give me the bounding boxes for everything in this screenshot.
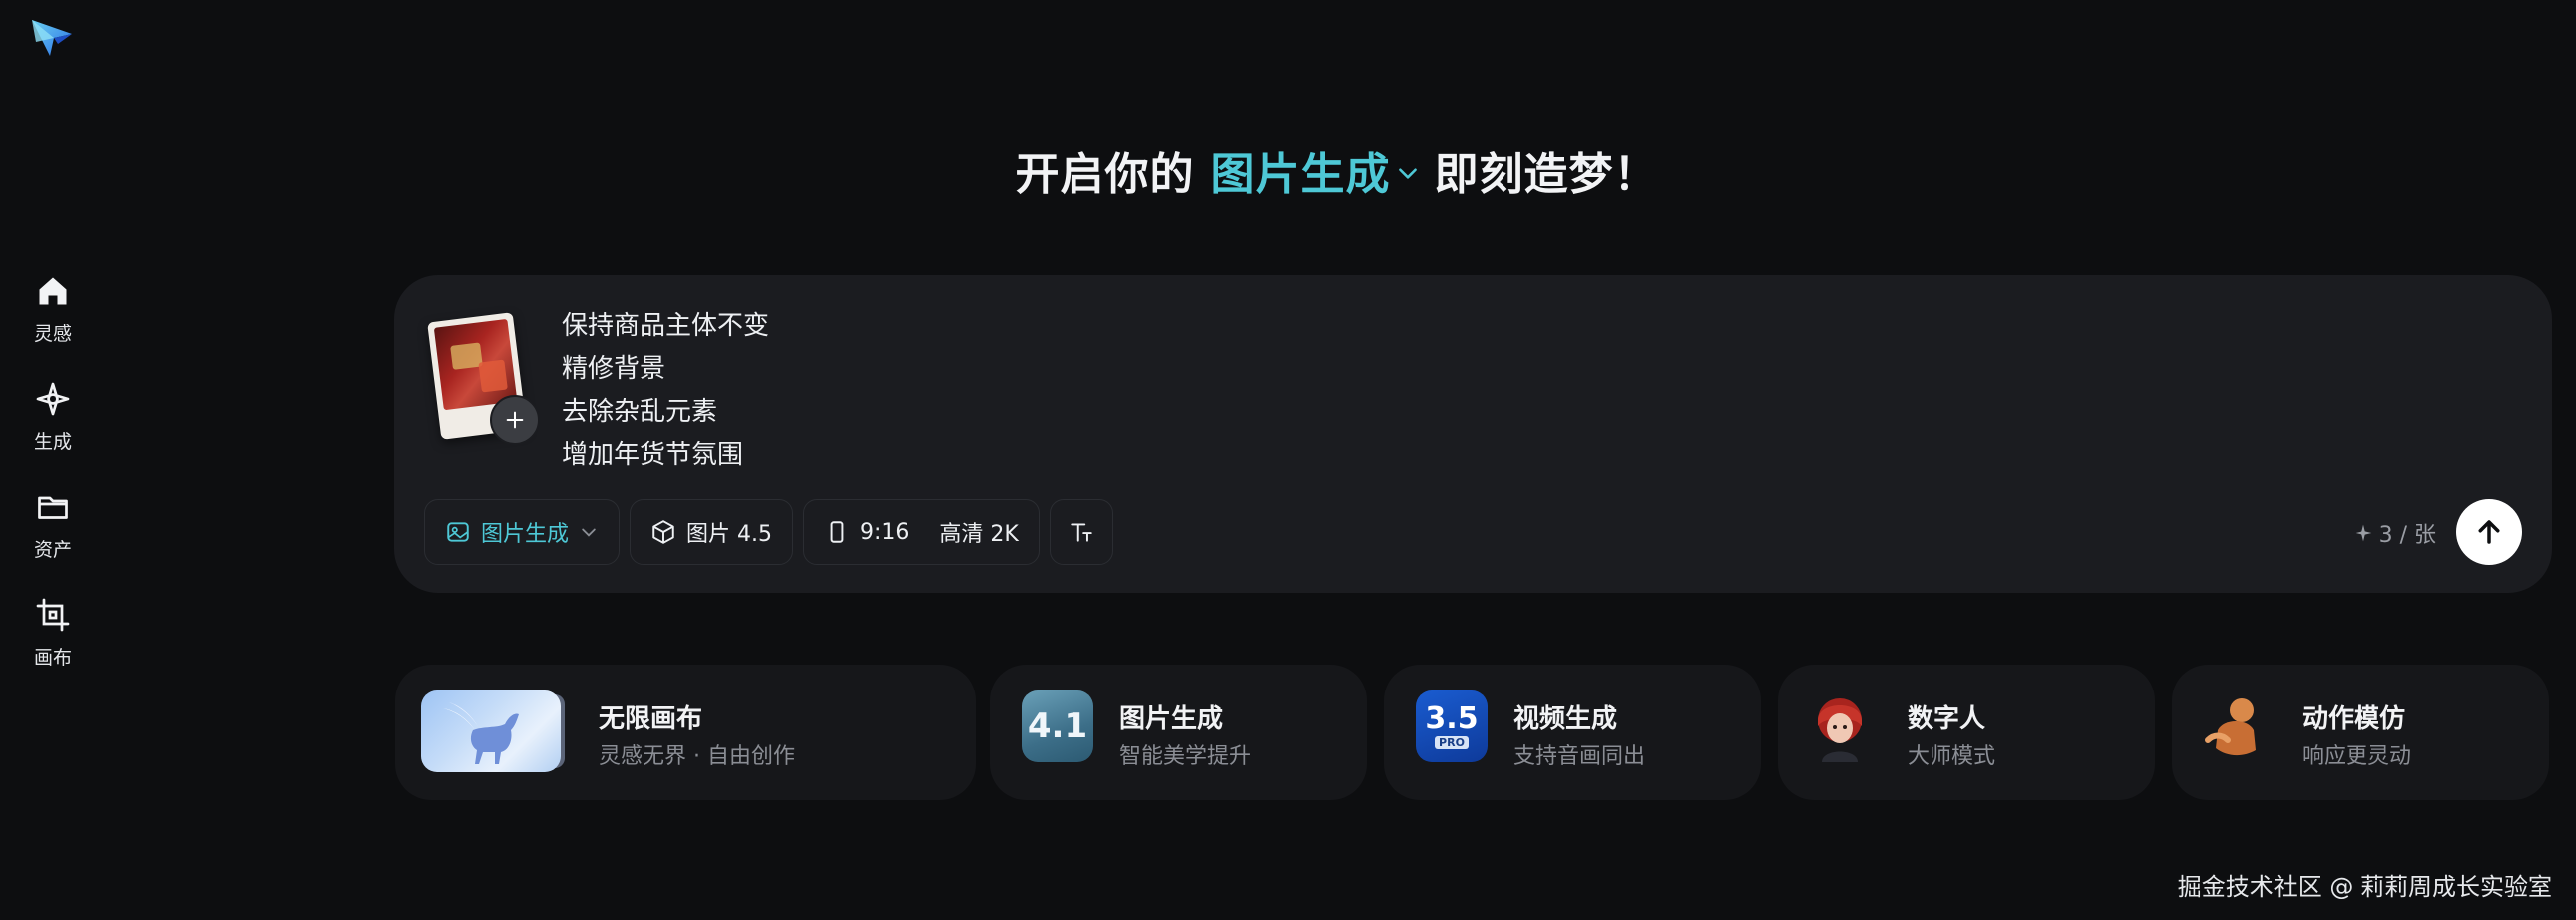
feature-card-infinite-canvas[interactable]: 无限画布 灵感无界 · 自由创作	[395, 665, 976, 800]
feature-card-image-gen[interactable]: 4.1 图片生成 智能美学提升	[990, 665, 1367, 800]
headline-suffix: 即刻造梦！	[1434, 149, 1659, 200]
sidebar-item-label: 生成	[33, 431, 72, 453]
card-title: 无限画布	[599, 704, 703, 734]
chevron-down-icon	[1398, 168, 1417, 179]
reference-image[interactable]	[427, 312, 540, 453]
card-title: 动作模仿	[2302, 704, 2406, 734]
card-title: 数字人	[1908, 704, 1986, 734]
sidebar-item-label: 资产	[33, 539, 72, 561]
headline-mode-dropdown[interactable]: 图片生成	[1211, 138, 1421, 202]
image-gen-app-icon: 4.1	[1022, 690, 1093, 762]
headline-mode-label: 图片生成	[1210, 149, 1391, 200]
sidebar-nav: 灵感 生成 资产 画布	[0, 267, 106, 698]
send-button[interactable]	[2456, 499, 2522, 565]
card-subtitle: 响应更灵动	[2302, 744, 2412, 769]
card-subtitle: 大师模式	[1908, 744, 1996, 769]
feature-card-digital-human[interactable]: 数字人 大师模式	[1778, 665, 2155, 800]
credit-cost: 3 / 张	[2354, 515, 2436, 551]
image-gen-icon	[447, 522, 469, 542]
prompt-line: 保持商品主体不变	[562, 311, 770, 341]
sidebar-item-label: 灵感	[33, 323, 72, 345]
crop-icon	[36, 598, 70, 632]
sidebar-item-inspiration[interactable]: 灵感	[0, 267, 106, 375]
prompt-line: 增加年货节氛围	[562, 440, 744, 470]
sidebar-item-assets[interactable]: 资产	[0, 483, 106, 591]
feature-card-motion-mimic[interactable]: 动作模仿 响应更灵动	[2172, 665, 2549, 800]
card-title: 视频生成	[1513, 704, 1618, 734]
mode-select-button[interactable]: 图片生成	[424, 499, 621, 565]
sidebar-item-generate[interactable]: 生成	[0, 375, 106, 483]
quality-label: 高清 2K	[939, 522, 1019, 547]
card-subtitle: 支持音画同出	[1513, 744, 1646, 769]
mode-select-label: 图片生成	[481, 522, 570, 547]
page-headline: 开启你的 图片生成 即刻造梦！	[0, 140, 2576, 200]
text-size-icon	[1071, 523, 1092, 542]
add-image-button[interactable]	[490, 395, 540, 445]
video-gen-badge: 3.5	[1425, 700, 1479, 736]
headline-prefix: 开启你的	[1015, 149, 1195, 200]
plus-icon	[506, 411, 524, 429]
text-style-button[interactable]	[1049, 499, 1113, 565]
prompt-panel: 保持商品主体不变 精修背景 去除杂乱元素 增加年货节氛围 图片生成 图片 4.5…	[394, 275, 2552, 593]
spark-icon	[2355, 524, 2371, 542]
app-logo-icon[interactable]	[28, 14, 76, 62]
prompt-toolbar: 图片生成 图片 4.5 9:16 高清 2K	[424, 499, 1113, 565]
prompt-input[interactable]: 保持商品主体不变 精修背景 去除杂乱元素 增加年货节氛围	[562, 305, 769, 477]
motion-figure-icon	[2205, 698, 2256, 756]
card-subtitle: 灵感无界 · 自由创作	[599, 744, 795, 769]
card-title: 图片生成	[1119, 704, 1224, 734]
credit-cost-label: 3 / 张	[2378, 523, 2436, 548]
cube-icon	[652, 520, 674, 544]
feature-card-video-gen[interactable]: 3.5 PRO 视频生成 支持音画同出	[1384, 665, 1761, 800]
chevron-down-icon	[582, 528, 596, 537]
home-icon	[39, 277, 67, 305]
video-gen-app-icon: 3.5 PRO	[1416, 690, 1488, 762]
ratio-label: 9:16	[860, 519, 910, 545]
feature-cards: 无限画布 灵感无界 · 自由创作 4.1 图片生成 智能美学提升 3.5 PRO…	[0, 665, 2576, 800]
video-gen-pro-tag: PRO	[1435, 735, 1469, 749]
folder-icon	[38, 496, 68, 519]
watermark-text: 掘金技术社区 @ 莉莉周成长实验室	[2177, 873, 2552, 901]
arrow-up-icon	[2478, 520, 2500, 544]
ratio-quality-button[interactable]: 9:16 高清 2K	[803, 499, 1040, 565]
prompt-line: 去除杂乱元素	[562, 397, 718, 427]
sparkle-icon	[36, 382, 70, 416]
card-subtitle: 智能美学提升	[1119, 744, 1252, 769]
digital-human-avatar-icon	[1818, 698, 1862, 762]
model-select-label: 图片 4.5	[686, 522, 772, 547]
phone-ratio-icon	[830, 521, 844, 543]
model-select-button[interactable]: 图片 4.5	[630, 499, 793, 565]
prompt-line: 精修背景	[562, 354, 666, 384]
pegasus-icon	[421, 690, 561, 772]
